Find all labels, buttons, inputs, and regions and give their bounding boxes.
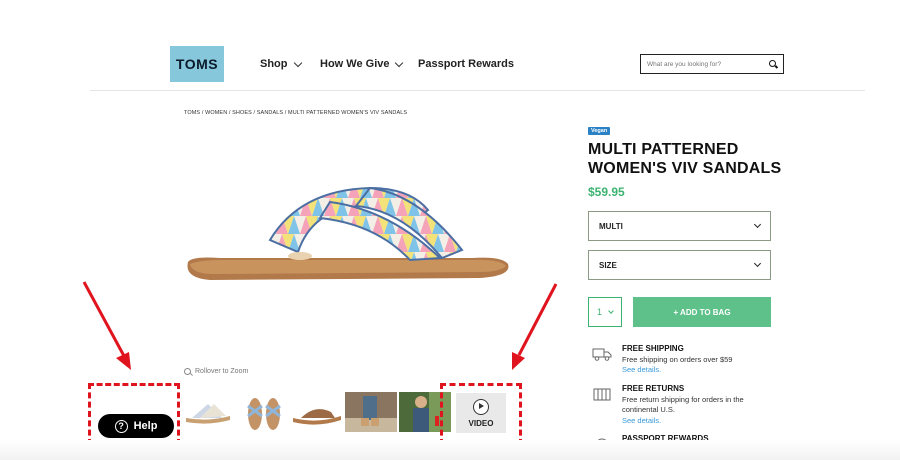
free-returns-text: Free return shipping for orders in the c…	[622, 395, 744, 414]
add-to-bag-label: + ADD TO BAG	[673, 307, 731, 317]
free-shipping-text: Free shipping on orders over $59	[622, 355, 733, 364]
quantity-value: 1	[596, 307, 602, 317]
chevron-down-icon	[608, 308, 614, 314]
size-select-value: SIZE	[599, 260, 617, 270]
chevron-down-icon	[753, 259, 762, 268]
truck-icon	[592, 348, 612, 361]
quantity-select[interactable]: 1	[588, 297, 622, 327]
free-shipping-details-link[interactable]: See details.	[622, 365, 661, 374]
add-to-bag-button[interactable]: + ADD TO BAG	[633, 297, 771, 327]
color-select-value: MULTI	[599, 221, 623, 231]
free-returns-heading: FREE RETURNS	[622, 384, 685, 393]
size-select[interactable]: SIZE	[588, 250, 771, 280]
bottom-fade	[0, 440, 900, 460]
product-price: $59.95	[588, 185, 625, 199]
chevron-down-icon	[753, 220, 762, 229]
product-title: MULTI PATTERNED WOMEN'S VIV SANDALS	[588, 141, 782, 177]
box-return-icon	[593, 388, 611, 401]
arrow-to-help	[82, 281, 126, 357]
arrowhead-help	[116, 352, 131, 370]
arrow-to-video	[517, 283, 558, 356]
color-select[interactable]: MULTI	[588, 211, 771, 241]
vegan-badge: Vegan	[588, 127, 611, 135]
free-returns-details-link[interactable]: See details.	[622, 416, 661, 425]
free-shipping-heading: FREE SHIPPING	[622, 344, 684, 353]
